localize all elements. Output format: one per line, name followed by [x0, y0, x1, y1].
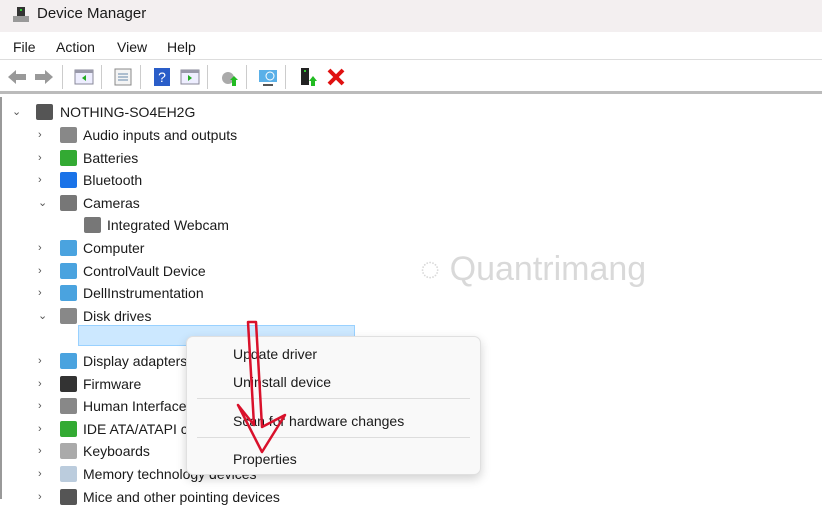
red-arrow-annotation — [236, 320, 287, 454]
